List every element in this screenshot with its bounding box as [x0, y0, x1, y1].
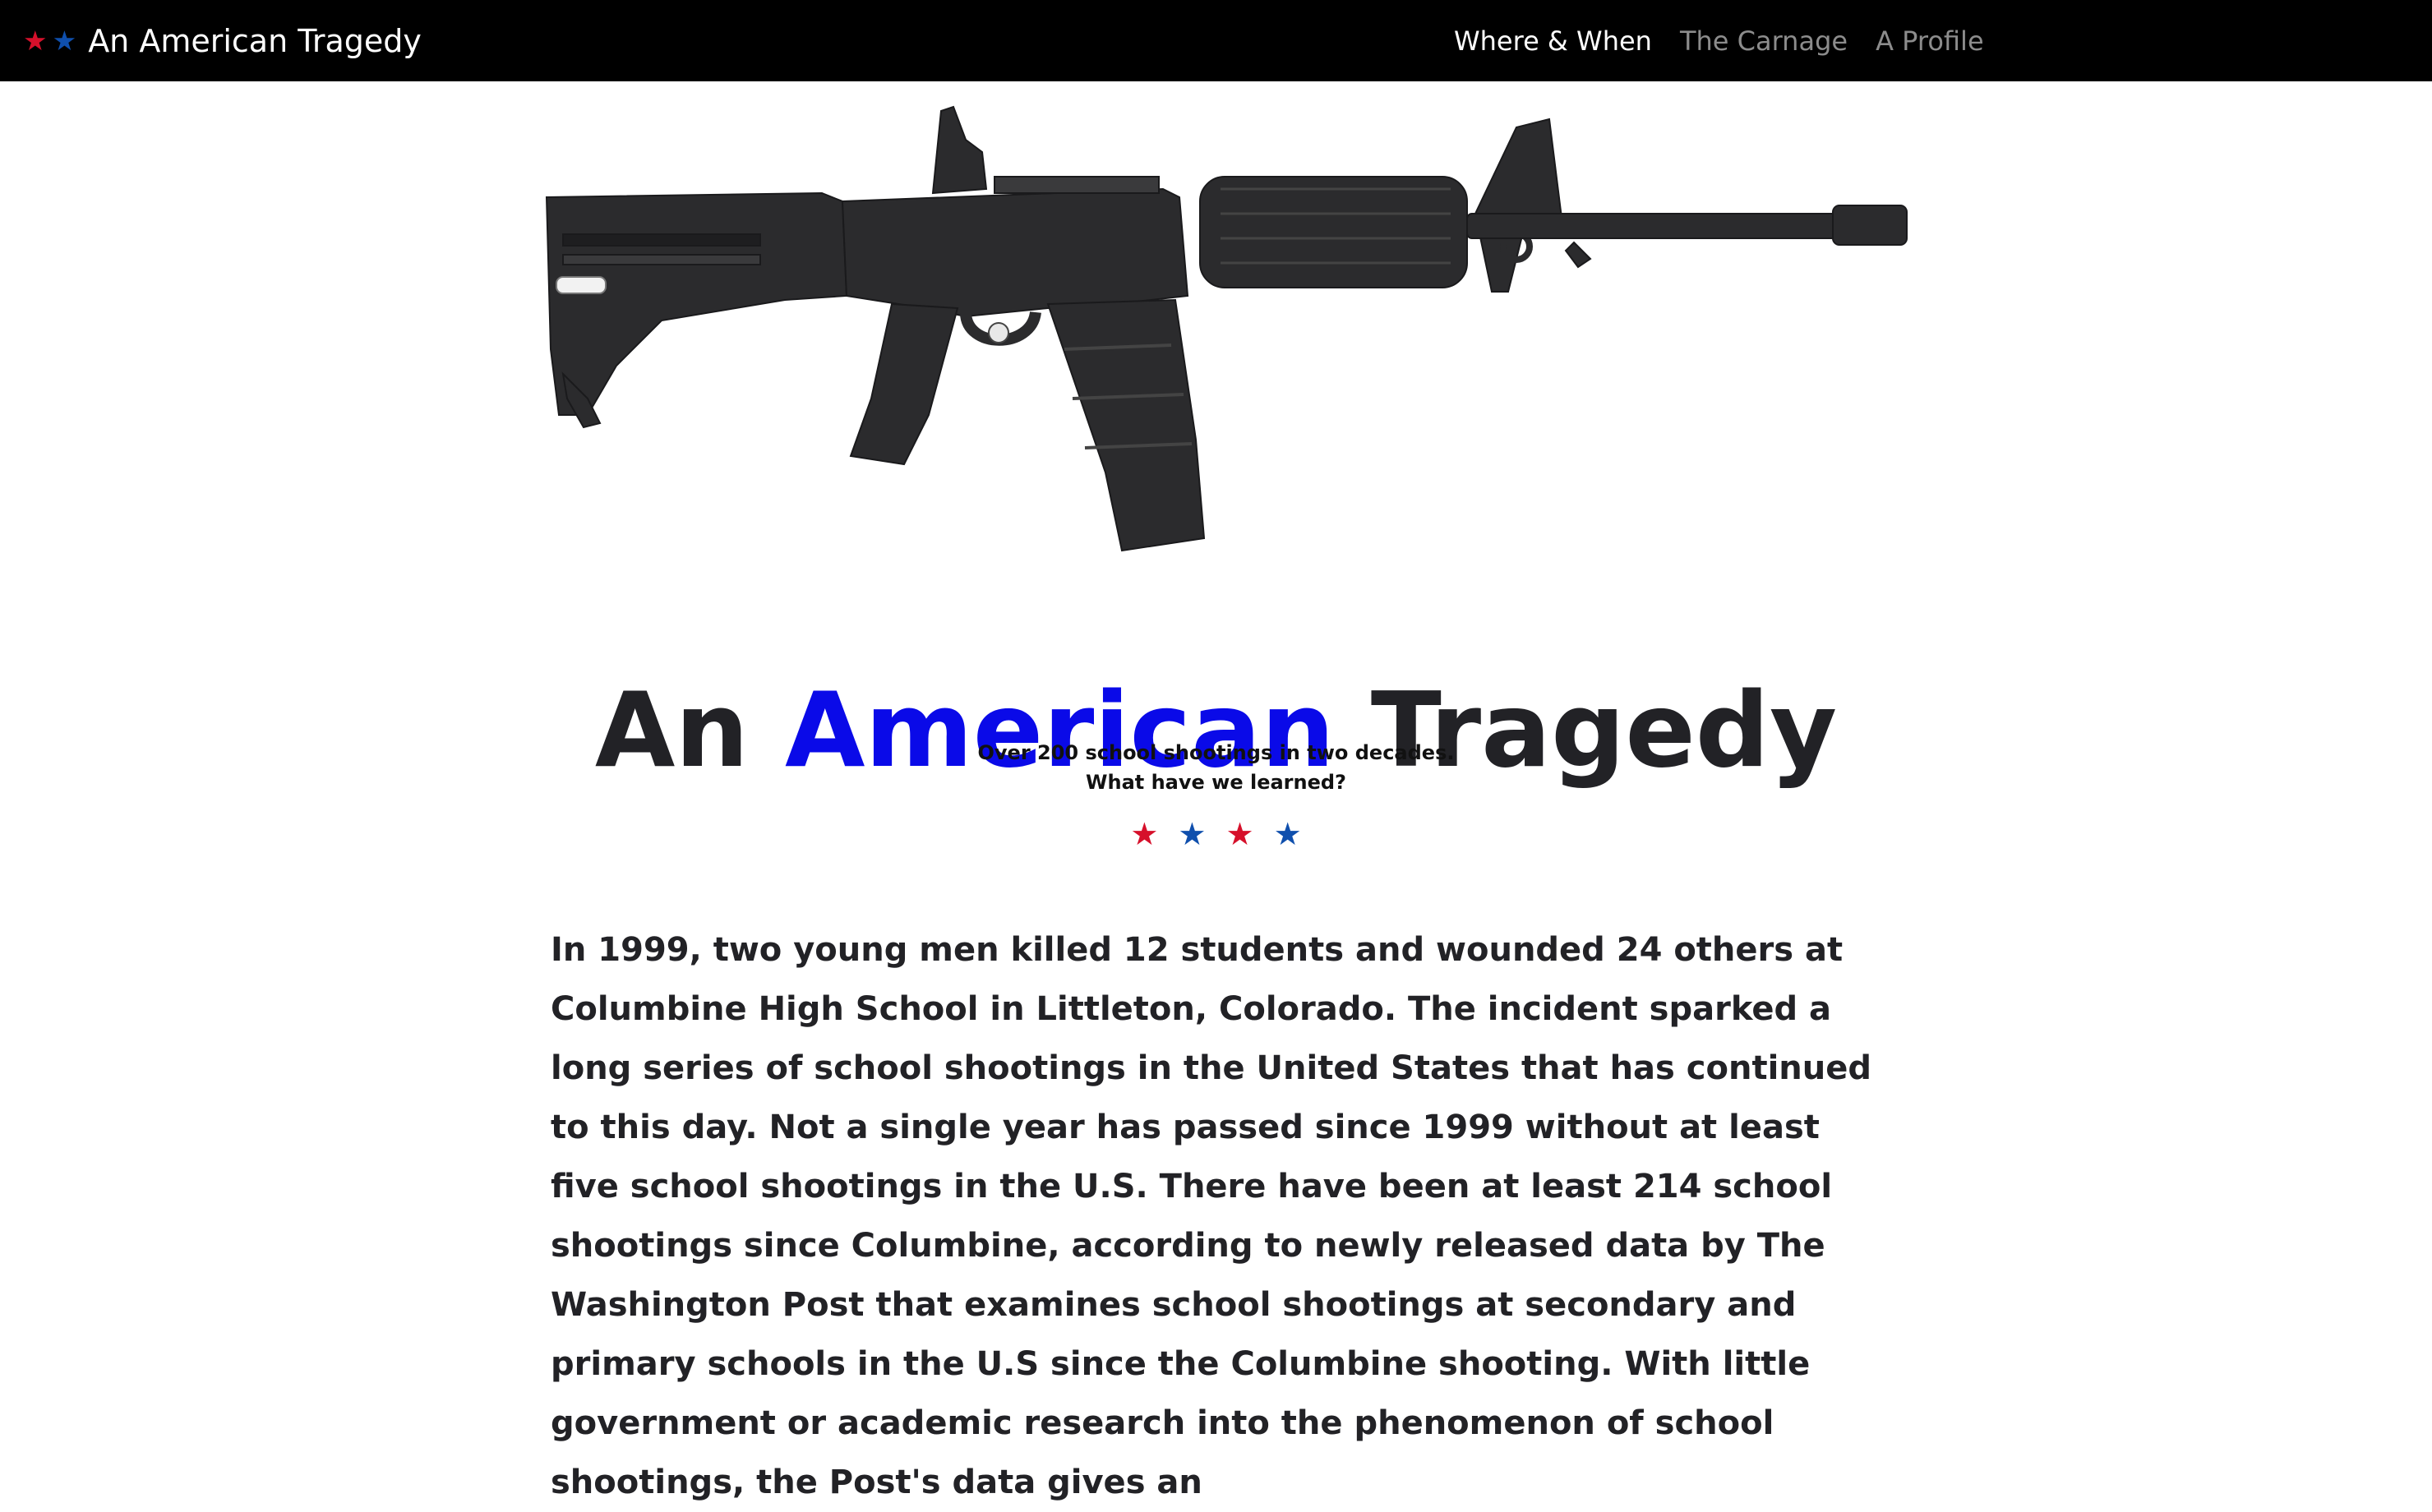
blue-star-icon: ★: [52, 25, 77, 57]
blue-star-icon: ★: [1273, 816, 1302, 852]
rifle-image: [545, 105, 1908, 552]
subtitle: Over 200 school shootings in two decades…: [0, 738, 2432, 797]
star-divider: ★ ★ ★ ★: [0, 815, 2432, 853]
subtitle-line-1: Over 200 school shootings in two decades…: [977, 741, 1455, 764]
red-star-icon: ★: [1225, 816, 1254, 852]
nav-link-the-carnage[interactable]: The Carnage: [1680, 25, 1848, 57]
red-star-icon: ★: [1130, 816, 1159, 852]
intro-paragraph: In 1999, two young men killed 12 student…: [551, 931, 1871, 1501]
subtitle-line-2: What have we learned?: [1086, 771, 1346, 794]
brand-title: An American Tragedy: [88, 22, 422, 59]
nav-link-where-when[interactable]: Where & When: [1454, 25, 1652, 57]
top-navbar: ★ ★ An American Tragedy Where & When The…: [0, 0, 2432, 81]
red-star-icon: ★: [23, 25, 48, 57]
brand-link[interactable]: ★ ★ An American Tragedy: [23, 0, 422, 81]
nav-links: Where & When The Carnage A Profile: [1454, 0, 1984, 81]
blue-star-icon: ★: [1178, 816, 1207, 852]
nav-link-a-profile[interactable]: A Profile: [1876, 25, 1984, 57]
